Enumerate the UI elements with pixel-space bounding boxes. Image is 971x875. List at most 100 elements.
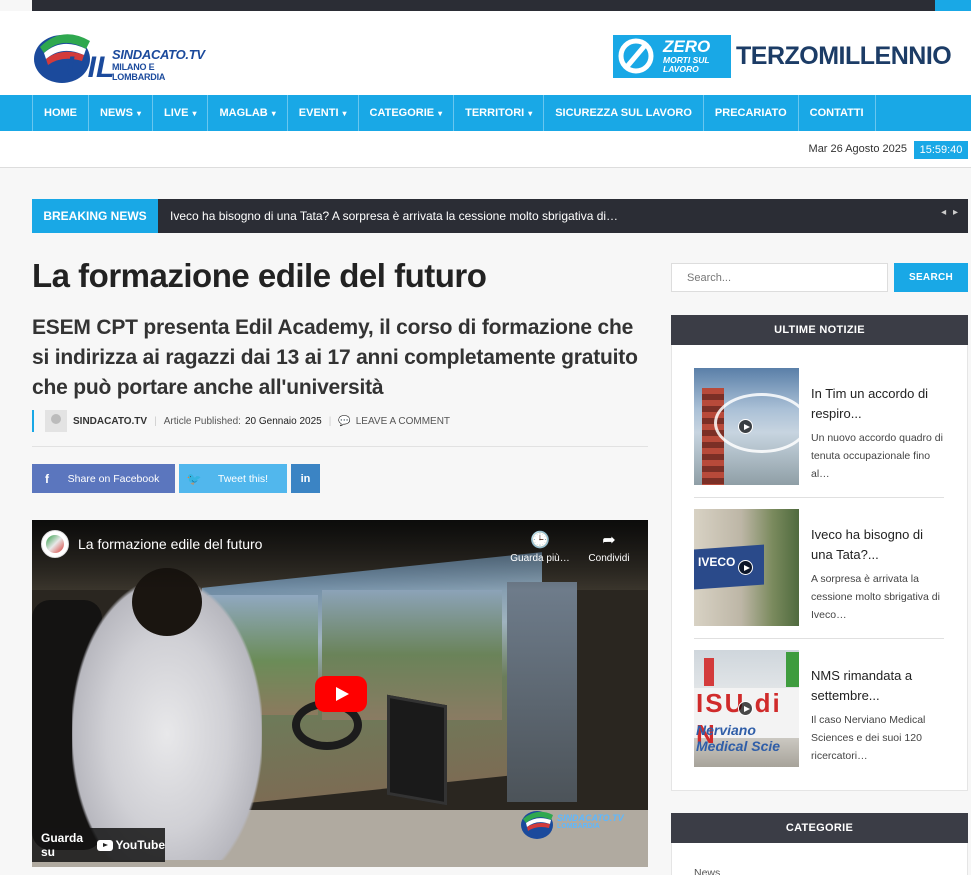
author-name[interactable]: SINDACATO.TV — [73, 416, 147, 427]
video-watermark: SINDACATO.TV LOMBARDIA — [519, 803, 629, 848]
news-thumbnail[interactable]: ISU di N Nerviano Medical Scie — [694, 650, 799, 767]
share-twitter-label: Tweet this! — [217, 472, 269, 485]
nav-item-label: CATEGORIE — [369, 107, 435, 119]
nav-item-sicurezza-sul-lavoro[interactable]: SICUREZZA SUL LAVORO — [543, 95, 703, 131]
list-item[interactable]: ISU di N Nerviano Medical Scie NMS riman… — [694, 650, 944, 768]
nav-item-label: SICUREZZA SUL LAVORO — [555, 107, 692, 119]
nav-item-label: EVENTI — [298, 107, 339, 119]
list-item[interactable]: IVECO Iveco ha bisogno di una Tata?... A… — [694, 509, 944, 627]
video-scene — [387, 694, 447, 806]
watermark-subtext: LOMBARDIA — [557, 823, 600, 830]
comment-icon: 💬 — [338, 415, 351, 427]
facebook-icon: f — [45, 471, 49, 486]
video-share-button[interactable]: ➦ Condividi — [579, 530, 639, 564]
breaking-news-headline[interactable]: Iveco ha bisogno di una Tata? A sorpresa… — [170, 209, 618, 223]
news-excerpt: A sorpresa è arrivata la cessione molto … — [811, 573, 940, 621]
search-input[interactable]: Search... — [671, 263, 888, 292]
chevron-down-icon: ▾ — [137, 108, 142, 118]
nav-item-news[interactable]: NEWS ▾ — [88, 95, 152, 131]
watch-on-label: Guarda su — [41, 831, 84, 859]
site-header: UIL SINDACATO.TV MILANO E LOMBARDIA ZERO… — [0, 11, 971, 95]
nav-item-territori[interactable]: TERRITORI ▾ — [453, 95, 543, 131]
thumbnail-text: Nerviano Medical Scie — [696, 722, 781, 754]
nav-item-label: NEWS — [100, 107, 133, 119]
divider — [694, 497, 944, 498]
article-meta: SINDACATO.TV | Article Published: 20 Gen… — [32, 410, 450, 432]
latest-news-heading: ULTIME NOTIZIE — [671, 315, 968, 345]
play-button[interactable] — [315, 676, 367, 712]
zero-logo-title: ZERO — [663, 37, 711, 56]
clock-icon: 🕒 — [530, 532, 550, 549]
nav-item-label: TERRITORI — [465, 107, 525, 119]
zero-logo-subtitle: MORTI SUL LAVORO — [663, 56, 710, 74]
news-thumbnail[interactable] — [694, 368, 799, 485]
share-twitter-button[interactable]: 🐦 Tweet this! — [179, 464, 287, 493]
news-excerpt: Un nuovo accordo quadro di tenuta occupa… — [811, 432, 943, 480]
play-icon — [738, 701, 753, 716]
article-subtitle: ESEM CPT presenta Edil Academy, il corso… — [32, 316, 638, 399]
breaking-news-arrows-icon[interactable]: ◂ ▸ — [941, 207, 960, 218]
zero-morti-logo[interactable]: ZERO MORTI SUL LAVORO — [613, 35, 731, 78]
article-title: La formazione edile del futuro — [32, 257, 487, 294]
share-facebook-label: Share on Facebook — [67, 472, 160, 485]
channel-avatar[interactable] — [41, 530, 69, 558]
thumbnail-art — [714, 393, 799, 453]
watermark-text: SINDACATO.TV — [557, 813, 624, 823]
thumbnail-art — [786, 652, 799, 687]
twitter-icon: 🐦 — [186, 471, 202, 486]
top-bar-accent — [935, 0, 971, 11]
chevron-down-icon: ▾ — [342, 108, 347, 118]
play-icon — [738, 560, 753, 575]
leave-comment-link[interactable]: LEAVE A COMMENT — [356, 416, 450, 427]
author-avatar[interactable] — [45, 410, 67, 432]
share-linkedin-button[interactable]: in — [291, 464, 320, 493]
news-thumbnail[interactable]: IVECO — [694, 509, 799, 626]
video-share-label: Condividi — [588, 553, 630, 564]
site-logo[interactable]: UIL SINDACATO.TV MILANO E LOMBARDIA — [32, 19, 208, 87]
search-button[interactable]: SEARCH — [894, 263, 968, 292]
current-time: 15:59:40 — [914, 141, 968, 159]
nav-item-label: LIVE — [164, 107, 189, 119]
zero-symbol-icon — [618, 38, 654, 74]
nav-item-maglab[interactable]: MAGLAB ▾ — [207, 95, 286, 131]
logo-subtext: MILANO E LOMBARDIA — [112, 62, 166, 82]
youtube-label: YouTube — [115, 838, 165, 852]
divider — [32, 446, 648, 447]
current-date: Mar 26 Agosto 2025 — [808, 143, 907, 155]
news-title[interactable]: NMS rimandata a settembre... — [811, 666, 939, 706]
nav-item-label: MAGLAB — [219, 107, 268, 119]
linkedin-icon: in — [300, 472, 311, 485]
video-scene — [507, 582, 577, 802]
watch-later-button[interactable]: 🕒 Guarda più… — [510, 530, 570, 564]
nav-item-home[interactable]: HOME — [32, 95, 88, 131]
news-title[interactable]: Iveco ha bisogno di una Tata?... — [811, 525, 939, 565]
category-link[interactable]: News — [694, 867, 720, 875]
video-title[interactable]: La formazione edile del futuro — [78, 536, 262, 552]
chevron-down-icon: ▾ — [192, 108, 197, 118]
news-title[interactable]: In Tim un accordo di respiro... — [811, 384, 939, 424]
nav-item-precariato[interactable]: PRECARIATO — [702, 95, 798, 131]
nav-item-categorie[interactable]: CATEGORIE ▾ — [357, 95, 454, 131]
nav-item-contatti[interactable]: CONTATTI — [797, 95, 876, 131]
chevron-down-icon: ▾ — [528, 108, 533, 118]
svg-text:UIL: UIL — [66, 51, 114, 84]
play-icon — [738, 419, 753, 434]
watch-later-label: Guarda più… — [510, 553, 570, 564]
main-nav: HOME NEWS ▾ LIVE ▾ MAGLAB ▾ EVENTI ▾ CATEGORIE ▾ TE… — [0, 95, 971, 131]
nav-item-eventi[interactable]: EVENTI ▾ — [286, 95, 358, 131]
nav-item-live[interactable]: LIVE ▾ — [152, 95, 207, 131]
list-item[interactable]: In Tim un accordo di respiro... Un nuovo… — [694, 368, 944, 486]
zero-logo-line2: LAVORO — [663, 64, 699, 74]
terzo-millennio-logo[interactable]: TERZOMILLENNIO — [736, 42, 952, 71]
nav-items: HOME NEWS ▾ LIVE ▾ MAGLAB ▾ EVENTI ▾ CATEGORIE ▾ TE… — [32, 95, 876, 131]
logo-text: SINDACATO.TV — [112, 47, 205, 62]
video-player[interactable]: La formazione edile del futuro 🕒 Guarda … — [32, 520, 648, 867]
watch-on-youtube-button[interactable]: Guarda su YouTube — [32, 828, 165, 862]
nav-item-label: HOME — [44, 107, 77, 119]
nav-item-label: PRECARIATO — [714, 107, 787, 119]
share-facebook-button[interactable]: f Share on Facebook — [32, 464, 175, 493]
meta-separator: | — [154, 415, 157, 427]
breaking-news-label: BREAKING NEWS — [32, 199, 158, 233]
share-arrow-icon: ➦ — [602, 532, 616, 549]
meta-separator: | — [328, 415, 332, 427]
